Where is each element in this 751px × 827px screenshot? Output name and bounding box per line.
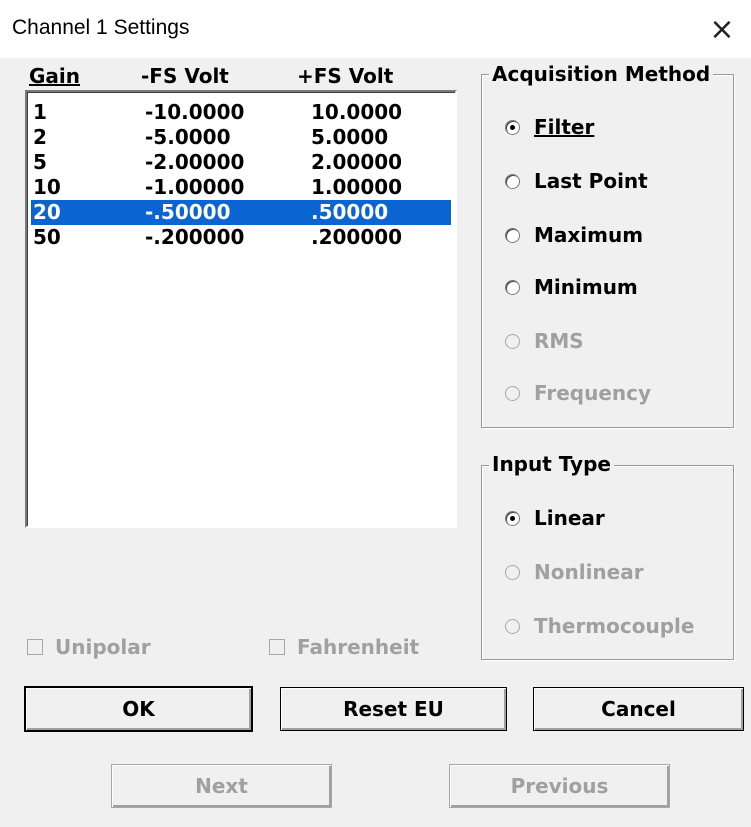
window-title: Channel 1 Settings xyxy=(12,16,190,39)
radio-minimum[interactable]: Minimum xyxy=(505,272,638,302)
list-item[interactable]: 2 -5.0000 5.0000 xyxy=(31,125,451,150)
radio-label: Filter xyxy=(534,115,595,139)
radio-indicator xyxy=(505,279,520,295)
radio-filter[interactable]: Filter xyxy=(505,112,594,142)
list-item[interactable]: 1 -10.0000 10.0000 xyxy=(31,100,451,125)
previous-button: Previous xyxy=(449,764,670,808)
gain-column-header: Gain xyxy=(29,64,81,88)
radio-nonlinear: Nonlinear xyxy=(505,557,644,587)
list-item[interactable]: 5 -2.00000 2.00000 xyxy=(31,150,451,175)
neg-fs-cell: -2.00000 xyxy=(145,150,245,174)
unipolar-checkbox: Unipolar xyxy=(27,632,151,662)
pos-fs-cell: 2.00000 xyxy=(311,150,403,174)
radio-indicator xyxy=(505,564,520,580)
gain-cell: 1 xyxy=(33,100,47,124)
neg-fs-cell: -1.00000 xyxy=(145,175,245,199)
radio-label: Thermocouple xyxy=(534,614,695,638)
checkbox-box xyxy=(269,639,285,655)
radio-last-point[interactable]: Last Point xyxy=(505,166,648,196)
radio-indicator xyxy=(505,618,520,634)
radio-frequency: Frequency xyxy=(505,378,651,408)
gain-cell: 10 xyxy=(33,175,61,199)
radio-label: Nonlinear xyxy=(534,560,644,584)
pos-fs-column-header: +FS Volt xyxy=(297,64,394,88)
radio-label: Minimum xyxy=(534,275,638,299)
gain-list[interactable]: 1 -10.0000 10.0000 2 -5.0000 5.0000 5 -2… xyxy=(25,90,457,528)
radio-indicator xyxy=(505,173,520,189)
radio-indicator xyxy=(505,119,520,135)
gain-cell: 2 xyxy=(33,125,47,149)
reset-eu-button[interactable]: Reset EU xyxy=(280,687,507,731)
gain-cell: 20 xyxy=(33,200,61,224)
neg-fs-cell: -.200000 xyxy=(145,225,245,249)
pos-fs-cell: .200000 xyxy=(311,225,403,249)
radio-label: RMS xyxy=(534,329,584,353)
radio-label: Frequency xyxy=(534,381,652,405)
gain-cell: 50 xyxy=(33,225,61,249)
title-bar: Channel 1 Settings × xyxy=(0,0,751,58)
radio-maximum[interactable]: Maximum xyxy=(505,220,643,250)
list-item[interactable]: 10 -1.00000 1.00000 xyxy=(31,175,451,200)
pos-fs-cell: 1.00000 xyxy=(311,175,403,199)
neg-fs-column-header: -FS Volt xyxy=(141,64,229,88)
cancel-button[interactable]: Cancel xyxy=(533,687,744,731)
input-type-label: Input Type xyxy=(489,452,614,476)
list-item[interactable]: 50 -.200000 .200000 xyxy=(31,225,451,250)
radio-thermocouple: Thermocouple xyxy=(505,611,694,641)
pos-fs-cell: 10.0000 xyxy=(311,100,403,124)
pos-fs-cell: 5.0000 xyxy=(311,125,389,149)
pos-fs-cell: .50000 xyxy=(311,200,389,224)
close-icon[interactable]: × xyxy=(693,0,751,58)
ok-button[interactable]: OK xyxy=(24,686,253,732)
list-item-selected[interactable]: 20 -.50000 .50000 xyxy=(31,200,451,225)
checkbox-label: Fahrenheit xyxy=(297,635,420,659)
next-button: Next xyxy=(111,764,332,808)
checkbox-label: Unipolar xyxy=(55,635,151,659)
checkbox-box xyxy=(27,639,43,655)
gain-cell: 5 xyxy=(33,150,47,174)
radio-label: Last Point xyxy=(534,169,648,193)
acquisition-method-label: Acquisition Method xyxy=(489,62,714,86)
neg-fs-cell: -5.0000 xyxy=(145,125,231,149)
radio-label: Maximum xyxy=(534,223,644,247)
radio-indicator xyxy=(505,510,520,526)
fahrenheit-checkbox: Fahrenheit xyxy=(269,632,419,662)
radio-indicator xyxy=(505,333,520,349)
radio-linear[interactable]: Linear xyxy=(505,503,605,533)
neg-fs-cell: -.50000 xyxy=(145,200,231,224)
radio-indicator xyxy=(505,227,520,243)
radio-label: Linear xyxy=(534,506,605,530)
radio-rms: RMS xyxy=(505,326,584,356)
radio-indicator xyxy=(505,385,520,401)
neg-fs-cell: -10.0000 xyxy=(145,100,245,124)
